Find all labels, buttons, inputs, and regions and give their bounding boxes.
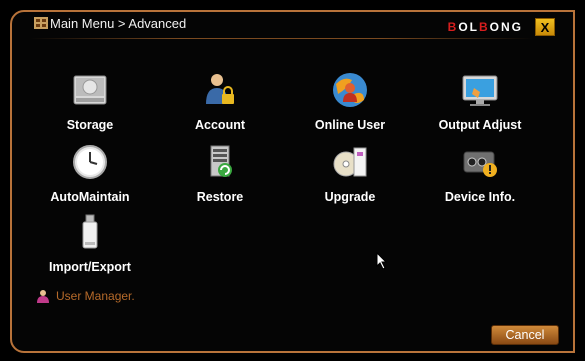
menu-item-account[interactable]: Account [165,70,275,132]
menu-icon [34,17,48,29]
menu-item-label: Upgrade [324,190,376,204]
online-user-icon [333,73,367,107]
user-manager-label: User Manager. [56,289,135,303]
breadcrumb: Main Menu > Advanced [50,16,187,31]
title-bar: Main Menu > Advanced BOLBONG X [14,14,571,38]
menu-item-output-adjust[interactable]: Output Adjust [425,70,535,132]
close-button[interactable]: X [535,18,555,36]
menu-item-upgrade[interactable]: Upgrade [295,142,405,204]
menu-item-label: AutoMaintain [50,190,130,204]
cancel-button[interactable]: Cancel [491,325,559,345]
menu-item-online-user[interactable]: Online User [295,70,405,132]
monitor-icon [462,75,498,106]
advanced-menu-window: Main Menu > Advanced BOLBONG X Storage A… [0,0,585,361]
clock-icon [73,145,107,179]
hard-drive-icon [73,75,107,105]
menu-item-storage[interactable]: Storage [35,70,145,132]
menu-item-restore[interactable]: Restore [165,142,275,204]
user-manager-icon [37,290,49,303]
menu-item-label: Output Adjust [438,118,522,132]
menu-item-import-export[interactable]: Import/Export [35,212,145,274]
menu-item-device-info[interactable]: Device Info. [425,142,535,204]
menu-item-label: Account [195,118,245,132]
menu-item-label: Device Info. [444,190,516,204]
menu-item-label: Import/Export [49,260,131,274]
usb-drive-icon [82,214,98,249]
mouse-cursor-icon [376,252,388,270]
user-manager-link[interactable]: User Manager. [36,289,135,303]
menu-item-label: Restore [196,190,244,204]
menu-item-label: Online User [314,118,386,132]
upgrade-disc-icon [333,147,367,177]
device-info-icon [463,151,497,177]
title-divider [30,38,533,39]
menu-item-automaintain[interactable]: AutoMaintain [35,142,145,204]
brand-logo: BOLBONG [447,20,523,34]
user-lock-icon [206,74,234,104]
menu-item-label: Storage [66,118,114,132]
restore-icon [210,145,232,177]
